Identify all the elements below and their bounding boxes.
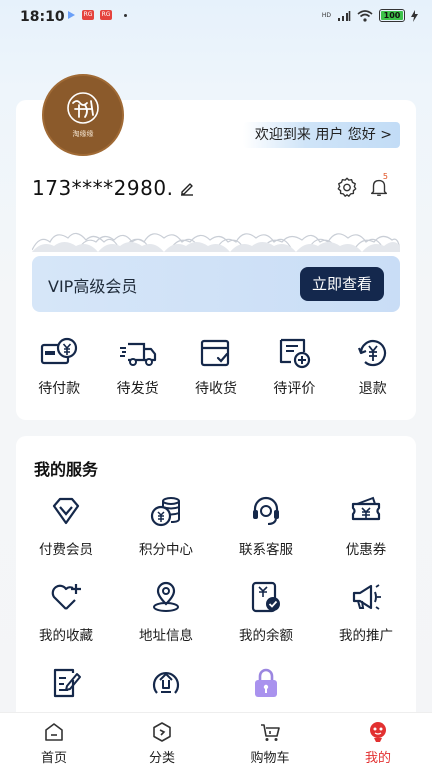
app-badge-icon: RG [100,10,112,20]
status-bar: 18:10 RG RG HD 100 [0,0,432,34]
avatar-caption: 淘缘缘 [72,130,94,138]
services-card: 我的服务 付费会员 积分中心 联系客服 优惠券 我的收藏 地址信息 我的余额 我… [16,436,416,726]
phone-row: 173****2980. [32,176,195,200]
tab-home[interactable]: 首页 [0,713,108,768]
order-label: 待评价 [273,381,316,397]
refund-yen-icon [357,340,386,367]
cart-icon [261,724,280,741]
headset-icon [253,496,279,525]
hd-label: HD [321,12,331,19]
profile-card: 淘缘缘 欢迎到来 用户 您好 > 173****2980. 5 VIP高级会员 … [16,74,416,420]
service-points-center[interactable]: 积分中心 [116,494,216,558]
profile-mascot-icon [370,722,386,742]
diamond-icon [52,497,80,525]
avatar[interactable]: 淘缘缘 [42,74,124,156]
service-promotion[interactable]: 我的推广 [316,580,416,644]
play-icon [68,11,75,19]
order-status-row: 待付款 待发货 待收货 待评价 退款 [16,336,416,398]
signal-icon [338,10,351,21]
service-customer-support[interactable]: 联系客服 [216,494,316,558]
tab-mine[interactable]: 我的 [324,713,432,768]
battery-level: 100 [381,11,403,20]
coins-icon [150,497,180,527]
bottom-tab-bar: 首页 分类 购物车 我的 [0,712,432,768]
more-dot-icon [124,13,127,17]
charging-icon [411,9,418,22]
heart-plus-icon [51,584,81,610]
package-check-icon [200,339,230,367]
wifi-icon [357,9,373,22]
delivery-truck-icon [119,342,156,366]
service-label: 联系客服 [239,542,293,558]
vip-banner: VIP高级会员 立即查看 [32,256,400,312]
location-pin-icon [153,581,179,612]
service-label: 我的收藏 [39,628,93,644]
order-refund[interactable]: 退款 [337,336,409,398]
bell-count-badge: 5 [382,172,388,181]
order-pending-shipment[interactable]: 待发货 [102,336,174,398]
phone-number: 173****2980. [32,176,174,200]
order-pending-receipt[interactable]: 待收货 [180,336,252,398]
home-icon [45,723,63,741]
order-label: 退款 [358,381,387,397]
service-address[interactable]: 地址信息 [116,580,216,644]
services-title: 我的服务 [34,460,99,479]
order-label: 待发货 [116,381,159,397]
service-paid-membership[interactable]: 付费会员 [16,494,116,558]
service-label: 优惠券 [345,542,387,558]
cloud-pattern-decoration [32,232,400,252]
upgrade-icon [152,671,180,694]
service-label: 付费会员 [39,542,93,558]
vip-view-button[interactable]: 立即查看 [300,267,384,301]
order-label: 待付款 [38,381,81,397]
wallet-yen-icon [41,337,78,365]
category-icon [153,722,171,742]
edit-pencil-icon[interactable] [179,180,195,196]
document-edit-icon [53,668,81,698]
order-pending-review[interactable]: 待评价 [258,336,330,398]
services-grid: 付费会员 积分中心 联系客服 优惠券 我的收藏 地址信息 我的余额 我的推广 [16,494,416,726]
battery-icon: 100 [379,9,405,22]
notification-icons: RG RG [66,10,127,20]
status-time: 18:10 [20,9,65,25]
tab-category[interactable]: 分类 [108,713,216,768]
tab-label: 首页 [40,751,67,766]
megaphone-icon [352,584,381,610]
service-label: 积分中心 [139,542,193,558]
service-label: 我的余额 [239,628,293,644]
service-coupons[interactable]: 优惠券 [316,494,416,558]
vip-label: VIP高级会员 [48,277,138,296]
service-balance[interactable]: 我的余额 [216,580,316,644]
tab-label: 分类 [148,751,175,766]
tab-cart[interactable]: 购物车 [216,713,324,768]
brand-logo-icon [67,92,99,124]
coupon-icon [351,496,381,521]
app-badge-icon: RG [82,10,94,20]
tab-label: 购物车 [250,751,290,766]
welcome-banner[interactable]: 欢迎到来 用户 您好 > [242,122,400,148]
order-label: 待收货 [194,381,237,397]
review-message-icon [280,338,311,369]
settings-gear-icon[interactable] [336,176,358,198]
service-label: 我的推广 [339,628,393,644]
balance-icon [251,581,280,613]
order-pending-payment[interactable]: 待付款 [23,336,95,398]
lock-icon [255,668,277,697]
tab-label: 我的 [364,751,391,766]
service-label: 地址信息 [139,628,193,644]
system-icons: HD 100 [322,9,418,22]
service-favorites[interactable]: 我的收藏 [16,580,116,644]
